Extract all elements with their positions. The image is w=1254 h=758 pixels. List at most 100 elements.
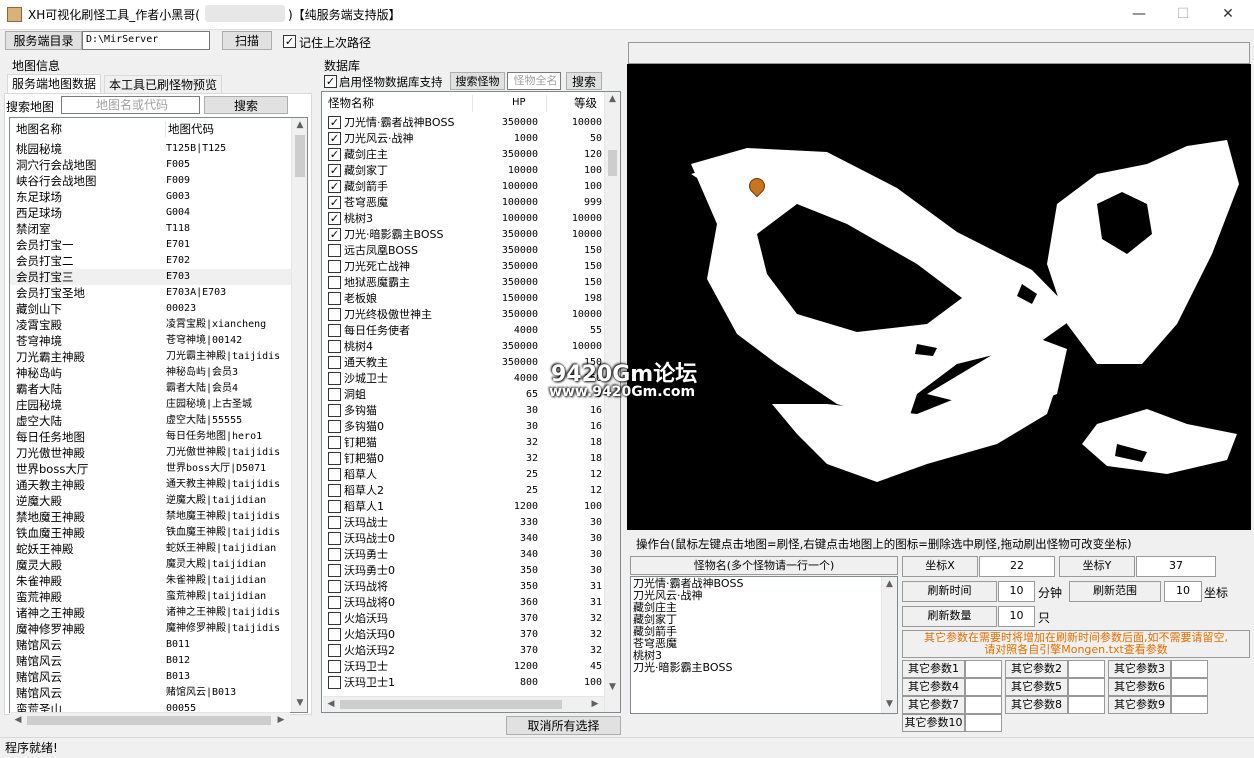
map-list-row[interactable]: 赌馆风云 赌馆风云|B013 <box>10 685 291 701</box>
monster-list-row[interactable]: 稻草人 25 12 <box>322 467 604 483</box>
monster-list-row[interactable]: 多钩猫 30 16 <box>322 403 604 419</box>
map-list-row[interactable]: 凌霄宝殿 凌霄宝殿|xiancheng <box>10 317 291 333</box>
monster-list-row[interactable]: ✓ 苍穹恶魔 100000 999 <box>322 195 604 211</box>
map-list-row[interactable]: 刀光傲世神殿 刀光傲世神殿|taijidis <box>10 445 291 461</box>
monster-row-checkbox[interactable] <box>328 468 341 481</box>
param-input[interactable] <box>965 678 1002 696</box>
monster-row-checkbox[interactable]: ✓ <box>328 180 341 193</box>
map-list-row[interactable]: 会员打宝圣地 E703A|E703 <box>10 285 291 301</box>
map-list-row[interactable]: 庄园秘境 庄园秘境|上古圣城 <box>10 397 291 413</box>
map-list-row[interactable]: 蛇妖王神殿 蛇妖王神殿|taijidian <box>10 541 291 557</box>
map-list-row[interactable]: 藏剑山下 00023 <box>10 301 291 317</box>
monster-list-row[interactable]: 沃玛战将0 360 31 <box>322 595 604 611</box>
map-list-row[interactable]: 神秘岛屿 神秘岛屿|会员3 <box>10 365 291 381</box>
map-list-row[interactable]: 峡谷行会战地图 F009 <box>10 173 291 189</box>
map-list-row[interactable]: 会员打宝三 E703 <box>10 269 291 285</box>
map-list-row[interactable]: 通天教主神殿 通天教主神殿|taijidis <box>10 477 291 493</box>
monster-row-checkbox[interactable] <box>328 404 341 417</box>
map-list-row[interactable]: 铁血魔王神殿 铁血魔王神殿|taijidis <box>10 525 291 541</box>
monster-list-row[interactable]: ✓ 藏剑箭手 100000 100 <box>322 179 604 195</box>
search-monster-db-button[interactable]: 搜索 <box>566 72 602 90</box>
search-map-input[interactable]: 地图名或代码 <box>61 96 200 114</box>
param-input[interactable] <box>1171 696 1208 714</box>
monster-row-checkbox[interactable]: ✓ <box>328 212 341 225</box>
monster-row-checkbox[interactable] <box>328 484 341 497</box>
scroll-thumb[interactable] <box>608 150 617 176</box>
scroll-right-icon[interactable]: ▶ <box>275 715 287 725</box>
param-input[interactable] <box>1068 678 1105 696</box>
monster-row-checkbox[interactable] <box>328 276 341 289</box>
scroll-up-icon[interactable]: ▲ <box>605 94 620 104</box>
monster-list-row[interactable]: 沃玛战士0 340 30 <box>322 531 604 547</box>
refresh-time-input[interactable]: 10 <box>998 581 1035 602</box>
monster-row-checkbox[interactable] <box>328 644 341 657</box>
map-list-row[interactable]: 会员打宝一 E701 <box>10 237 291 253</box>
param-input[interactable] <box>1068 660 1105 678</box>
monster-list-row[interactable]: ✓ 藏剑家丁 10000 100 <box>322 163 604 179</box>
refresh-count-input[interactable]: 10 <box>998 606 1035 627</box>
monster-list-row[interactable]: 地狱恶魔霸主 350000 150 <box>322 275 604 291</box>
monster-row-checkbox[interactable] <box>328 580 341 593</box>
map-list-row[interactable]: 桃园秘境 T125B|T125 <box>10 141 291 157</box>
close-button[interactable]: ✕ <box>1205 0 1251 30</box>
monster-list-row[interactable]: 沃玛卫士 1200 45 <box>322 659 604 675</box>
coord-y-input[interactable]: 37 <box>1136 556 1216 577</box>
param-input[interactable] <box>1068 696 1105 714</box>
monster-row-checkbox[interactable]: ✓ <box>328 228 341 241</box>
monster-list-row[interactable]: 火焰沃玛 370 32 <box>322 611 604 627</box>
monster-row-checkbox[interactable]: ✓ <box>328 196 341 209</box>
monster-list-row[interactable]: 火焰沃玛0 370 32 <box>322 627 604 643</box>
tab-server-maps[interactable]: 服务端地图数据 <box>7 74 102 94</box>
monster-row-checkbox[interactable] <box>328 548 341 561</box>
map-list-row[interactable]: 逆魔大殿 逆魔大殿|taijidian <box>10 493 291 509</box>
monster-row-checkbox[interactable] <box>328 612 341 625</box>
remember-path-checkbox[interactable]: ✓ <box>283 35 296 48</box>
monster-list-vscroll[interactable]: ▲ ▼ <box>604 92 620 712</box>
monster-list-row[interactable]: 沃玛勇士 340 30 <box>322 547 604 563</box>
map-list-row[interactable]: 魔灵大殿 魔灵大殿|taijidian <box>10 557 291 573</box>
monster-row-checkbox[interactable] <box>328 292 341 305</box>
scroll-up-icon[interactable]: ▲ <box>882 579 897 589</box>
monster-list-row[interactable]: 刀光终极傲世神主 350000 10000 <box>322 307 604 323</box>
map-list-row[interactable]: 会员打宝二 E702 <box>10 253 291 269</box>
monster-list-row[interactable]: 钉耙猫0 32 18 <box>322 451 604 467</box>
scroll-left-icon[interactable]: ◀ <box>12 715 24 725</box>
monster-row-checkbox[interactable] <box>328 260 341 273</box>
monster-row-checkbox[interactable] <box>328 308 341 321</box>
map-list-row[interactable]: 洞穴行会战地图 F005 <box>10 157 291 173</box>
map-list-row[interactable]: 赌馆风云 B013 <box>10 669 291 685</box>
scan-button[interactable]: 扫描 <box>222 31 272 50</box>
map-list-row[interactable]: 朱雀神殿 朱雀神殿|taijidian <box>10 573 291 589</box>
scroll-up-icon[interactable]: ▲ <box>292 120 307 130</box>
param-input[interactable] <box>965 696 1002 714</box>
cancel-all-selection-button[interactable]: 取消所有选择 <box>506 716 621 735</box>
monster-row-checkbox[interactable] <box>328 388 341 401</box>
map-list-row[interactable]: 世界boss大厅 世界boss大厅|D5071 <box>10 461 291 477</box>
param-input[interactable] <box>1171 678 1208 696</box>
map-list-hscroll[interactable]: ◀ ▶ <box>10 712 290 728</box>
coord-x-input[interactable]: 22 <box>979 556 1055 577</box>
monster-row-checkbox[interactable] <box>328 564 341 577</box>
monster-list-row[interactable]: 火焰沃玛2 370 32 <box>322 643 604 659</box>
hscroll-thumb[interactable] <box>27 716 271 725</box>
monster-row-checkbox[interactable]: ✓ <box>328 132 341 145</box>
server-dir-input[interactable]: D:\MirServer <box>82 31 210 50</box>
monster-row-checkbox[interactable]: ✓ <box>328 148 341 161</box>
monster-list-row[interactable]: ✓ 桃树3 100000 10000 <box>322 211 604 227</box>
param-input[interactable] <box>965 660 1002 678</box>
map-list-row[interactable]: 每日任务地图 每日任务地图|hero1 <box>10 429 291 445</box>
monster-list-row[interactable]: 沃玛勇士0 350 30 <box>322 563 604 579</box>
scroll-down-icon[interactable]: ▼ <box>882 699 897 709</box>
monster-list-row[interactable]: ✓ 刀光情·霸者战神BOSS 350000 10000 <box>322 115 604 131</box>
maximize-button[interactable]: ☐ <box>1160 0 1206 30</box>
monster-row-checkbox[interactable] <box>328 500 341 513</box>
textarea-vscroll[interactable]: ▲ ▼ <box>881 577 897 713</box>
monster-list-row[interactable]: 刀光死亡战神 350000 150 <box>322 259 604 275</box>
monster-name-textarea[interactable]: 刀光情·霸者战神BOSS 刀光风云·战神 藏剑庄主 藏剑家丁 藏剑箭手 苍穹恶魔 桃树3 刀光… <box>630 576 898 714</box>
monster-list-hscroll[interactable]: ◀ ▶ <box>323 696 604 712</box>
monster-row-checkbox[interactable] <box>328 372 341 385</box>
map-list-vscroll[interactable]: ▲ ▼ <box>291 118 307 712</box>
param-input[interactable] <box>965 714 1002 732</box>
scroll-left-icon[interactable]: ◀ <box>325 699 337 709</box>
map-list-row[interactable]: 东足球场 G003 <box>10 189 291 205</box>
